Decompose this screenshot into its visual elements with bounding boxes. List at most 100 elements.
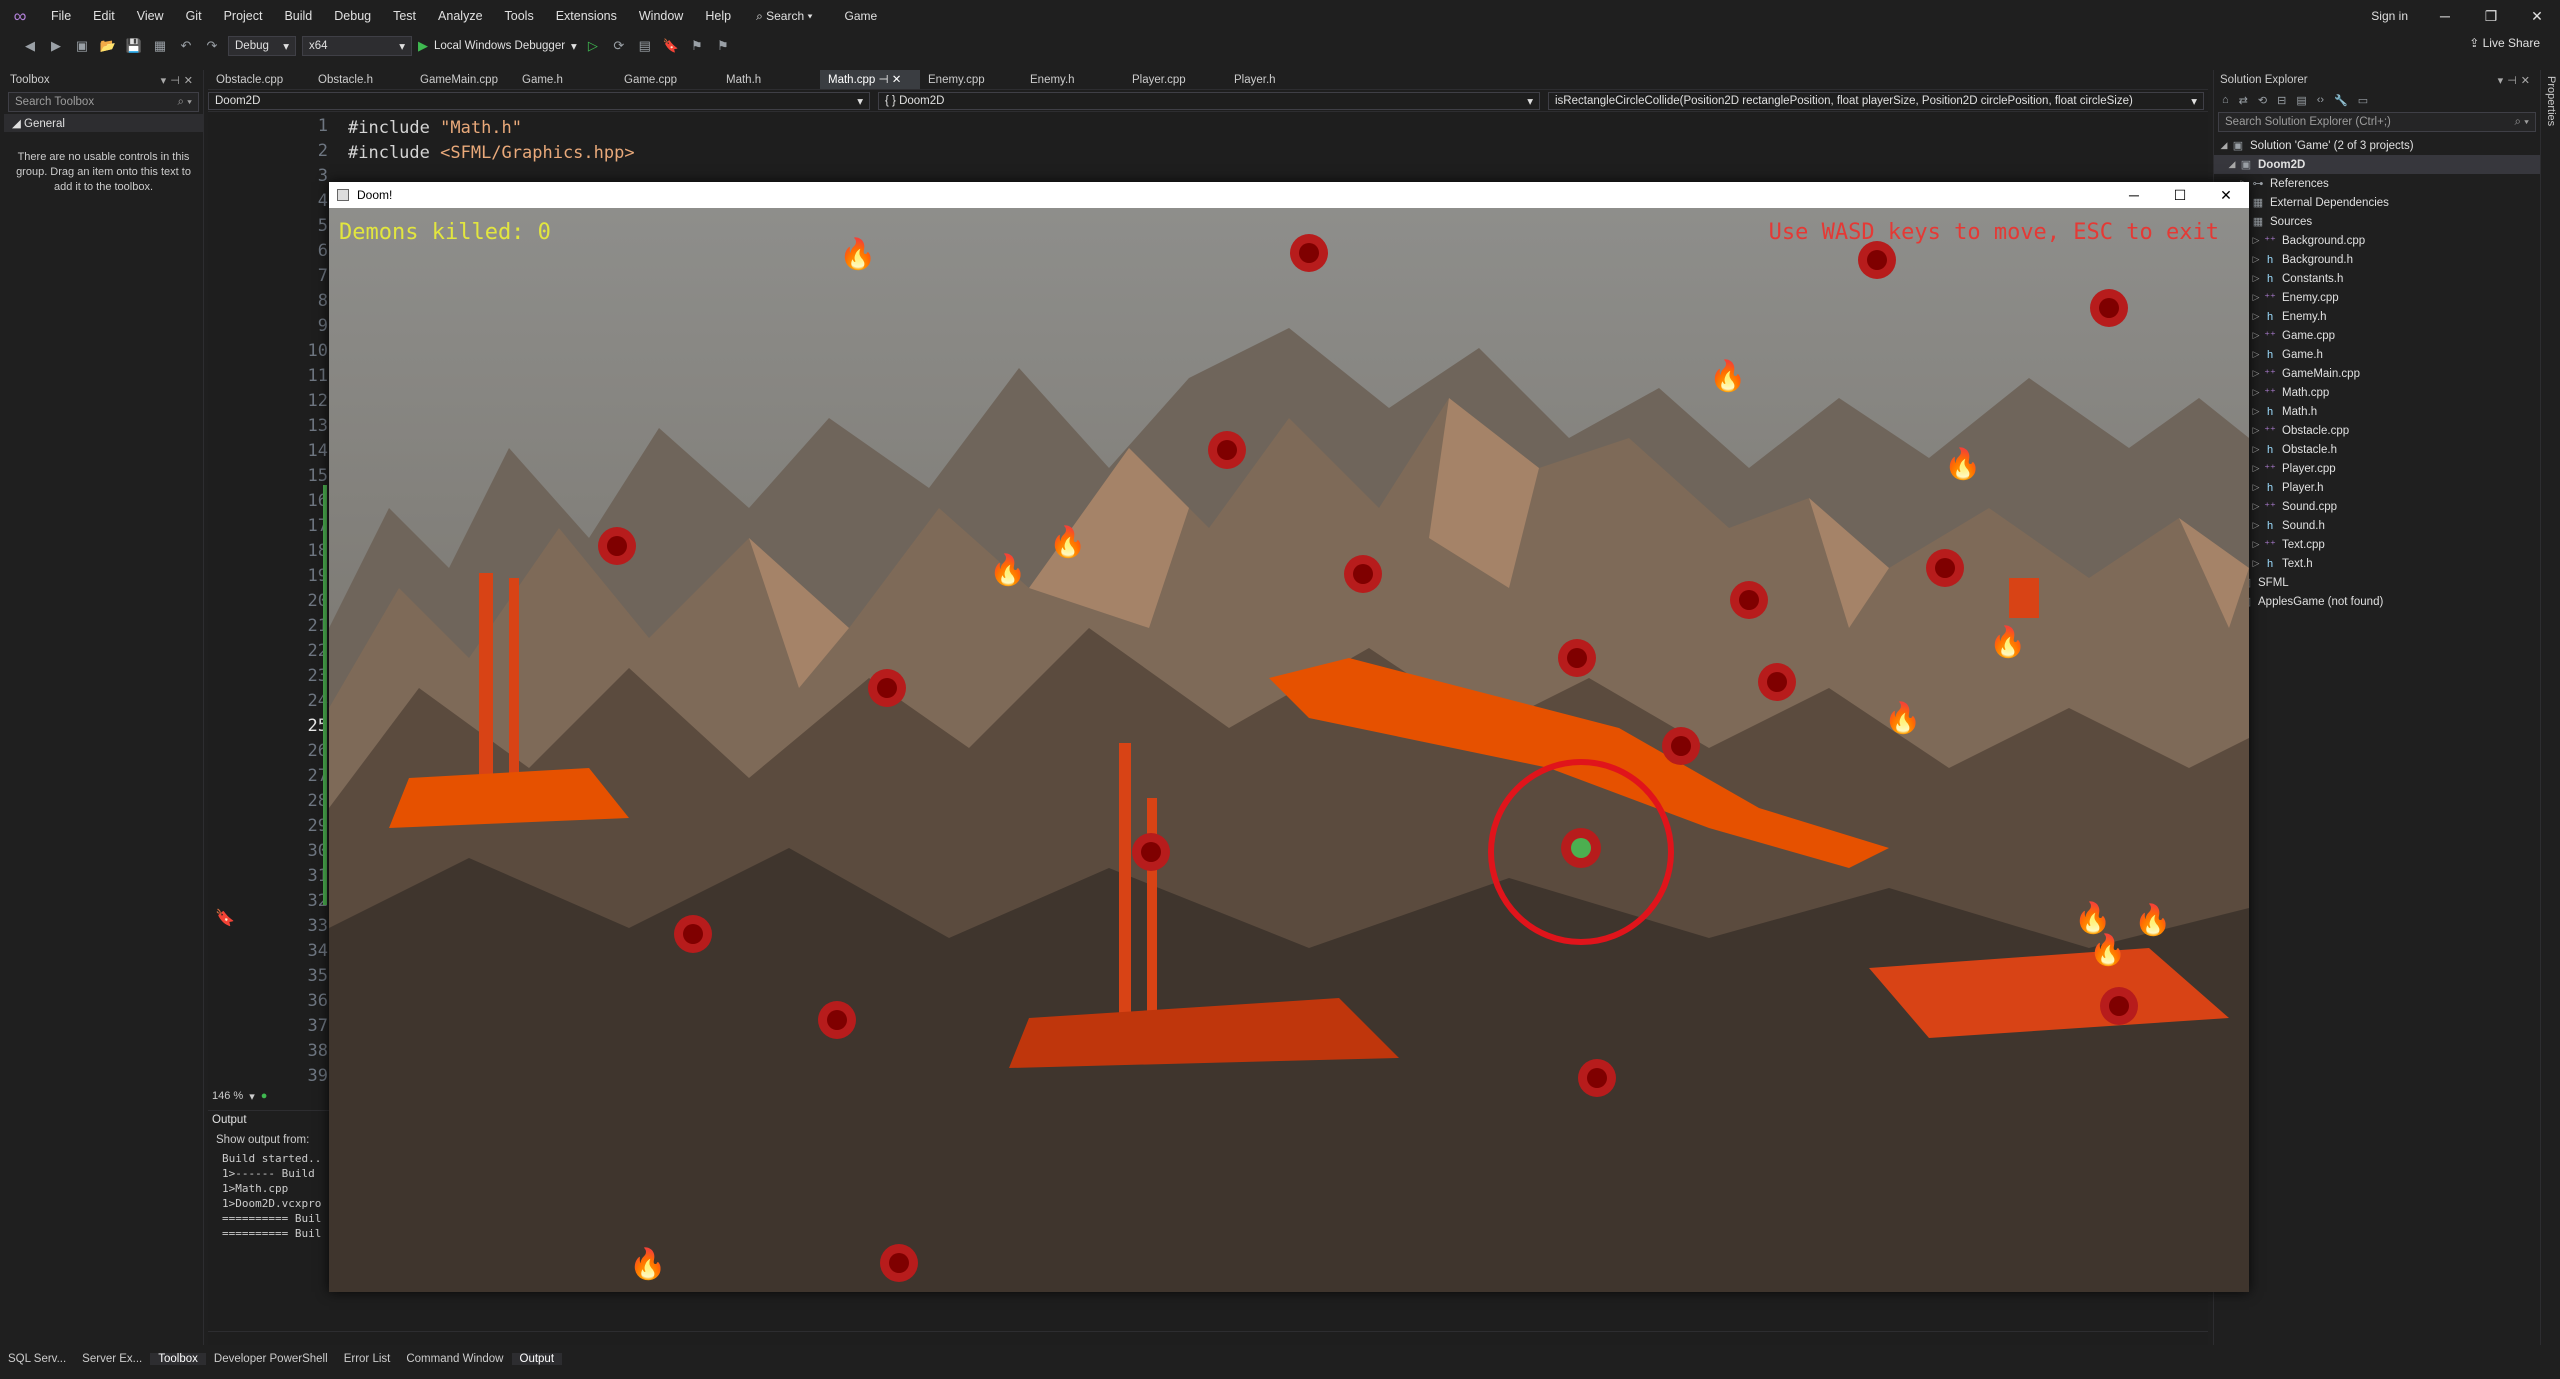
code-text[interactable]: #include "Math.h" #include <SFML/Graphic… — [348, 116, 635, 166]
tree-references[interactable]: ▷⊶References — [2214, 174, 2540, 193]
forward-icon[interactable]: ▶ — [46, 36, 66, 56]
tree-file[interactable]: ▷ h Constants.h — [2214, 269, 2540, 288]
tree-project-applesgame[interactable]: ▣ApplesGame (not found) — [2214, 592, 2540, 611]
preview-icon[interactable]: ▭ — [2358, 94, 2368, 107]
tree-file[interactable]: ▷ ⁺⁺ Sound.cpp — [2214, 497, 2540, 516]
tree-file[interactable]: ▷ h Sound.h — [2214, 516, 2540, 535]
start-debugging-button[interactable]: ▶ Local Windows Debugger ▾ — [418, 38, 577, 54]
tab-gamemain-cpp[interactable]: GameMain.cpp — [412, 70, 514, 89]
tree-file[interactable]: ▷ h Text.h — [2214, 554, 2540, 573]
solution-explorer-icon[interactable]: ▤ — [635, 36, 655, 56]
tree-file[interactable]: ▷ ⁺⁺ GameMain.cpp — [2214, 364, 2540, 383]
configuration-dropdown[interactable]: Debug ▾ — [228, 36, 296, 56]
tab-command-window[interactable]: Command Window — [398, 1353, 511, 1365]
scope-dropdown[interactable]: { } Doom2D ▾ — [878, 91, 1540, 110]
horizontal-scrollbar[interactable] — [208, 1331, 2208, 1345]
menu-file[interactable]: File — [40, 0, 82, 32]
game-window[interactable]: Doom! ─ ☐ ✕ 🔥 🔥 🔥 🔥 🔥 🔥 🔥 🔥 🔥 🔥 🔥 Demons… — [329, 182, 2249, 1292]
hot-reload-icon[interactable]: ⟳ — [609, 36, 629, 56]
live-share-button[interactable]: ⇪ Live Share — [2469, 36, 2540, 50]
bookmark-next-icon[interactable]: ⚑ — [713, 36, 733, 56]
function-dropdown[interactable]: isRectangleCircleCollide(Position2D rect… — [1548, 91, 2204, 110]
tree-file[interactable]: ▷ ⁺⁺ Background.cpp — [2214, 231, 2540, 250]
home-icon[interactable]: ⌂ — [2222, 94, 2229, 106]
platform-dropdown[interactable]: x64 ▾ — [302, 36, 412, 56]
save-icon[interactable]: 💾 — [124, 36, 144, 56]
dropdown-icon[interactable]: ▾ — [161, 75, 171, 87]
tree-sources[interactable]: ◢▦Sources — [2214, 212, 2540, 231]
close-icon[interactable]: ✕ — [184, 75, 197, 87]
tree-file[interactable]: ▷ h Player.h — [2214, 478, 2540, 497]
menu-debug[interactable]: Debug — [323, 0, 382, 32]
tree-file[interactable]: ▷ ⁺⁺ Enemy.cpp — [2214, 288, 2540, 307]
history-icon[interactable]: ⟲ — [2258, 94, 2267, 107]
tree-file[interactable]: ▷ h Game.h — [2214, 345, 2540, 364]
save-all-icon[interactable]: ▦ — [150, 36, 170, 56]
tab-enemy-cpp[interactable]: Enemy.cpp — [920, 70, 1022, 89]
tab-obstacle-cpp[interactable]: Obstacle.cpp — [208, 70, 310, 89]
close-icon[interactable]: ✕ — [892, 74, 902, 86]
open-file-icon[interactable]: 📂 — [98, 36, 118, 56]
tab-developer-powershell[interactable]: Developer PowerShell — [206, 1353, 336, 1365]
tab-math-h[interactable]: Math.h — [718, 70, 820, 89]
menu-help[interactable]: Help — [694, 0, 742, 32]
menu-test[interactable]: Test — [382, 0, 427, 32]
pin-icon[interactable]: ⊣ — [2507, 75, 2521, 87]
dropdown-icon[interactable]: ▾ — [2498, 75, 2508, 87]
tab-game-cpp[interactable]: Game.cpp — [616, 70, 718, 89]
maximize-icon[interactable]: ☐ — [2157, 182, 2203, 208]
pin-icon[interactable]: ⊣ — [170, 75, 184, 87]
menu-build[interactable]: Build — [273, 0, 323, 32]
tree-file[interactable]: ▷ ⁺⁺ Math.cpp — [2214, 383, 2540, 402]
tree-file[interactable]: ▷ ⁺⁺ Text.cpp — [2214, 535, 2540, 554]
minimize-icon[interactable]: ─ — [2111, 182, 2157, 208]
sign-in-link[interactable]: Sign in — [2357, 9, 2422, 23]
tab-enemy-h[interactable]: Enemy.h — [1022, 70, 1124, 89]
toolbox-group-general[interactable]: ◢ General — [4, 114, 203, 132]
tree-file[interactable]: ▷ h Math.h — [2214, 402, 2540, 421]
close-icon[interactable]: ✕ — [2514, 8, 2560, 25]
bookmark-prev-icon[interactable]: ⚑ — [687, 36, 707, 56]
close-icon[interactable]: ✕ — [2203, 182, 2249, 208]
properties-icon[interactable]: 🔧 — [2334, 94, 2348, 107]
toolbox-search-input[interactable]: Search Toolbox ⌕ ▾ — [8, 92, 199, 112]
tree-project-doom2d[interactable]: ◢ ▣ Doom2D — [2214, 155, 2540, 174]
tree-file[interactable]: ▷ h Enemy.h — [2214, 307, 2540, 326]
tab-player-h[interactable]: Player.h — [1226, 70, 1328, 89]
tab-obstacle-h[interactable]: Obstacle.h — [310, 70, 412, 89]
tab-error-list[interactable]: Error List — [336, 1353, 399, 1365]
project-dropdown[interactable]: Doom2D ▾ — [208, 91, 870, 110]
game-window-title-bar[interactable]: Doom! ─ ☐ ✕ — [329, 182, 2249, 208]
tree-project-sfml[interactable]: ▣SFML — [2214, 573, 2540, 592]
bookmark-icon[interactable]: 🔖 — [661, 36, 681, 56]
view-code-icon[interactable]: ‹› — [2317, 94, 2324, 106]
start-without-debugging-icon[interactable]: ▷ — [583, 36, 603, 56]
minimize-icon[interactable]: ─ — [2422, 8, 2468, 24]
sync-icon[interactable]: ⇄ — [2239, 94, 2248, 107]
undo-icon[interactable]: ↶ — [176, 36, 196, 56]
menu-tools[interactable]: Tools — [494, 0, 545, 32]
tree-external-dependencies[interactable]: ▷▦External Dependencies — [2214, 193, 2540, 212]
tab-game-h[interactable]: Game.h — [514, 70, 616, 89]
redo-icon[interactable]: ↷ — [202, 36, 222, 56]
menu-project[interactable]: Project — [213, 0, 274, 32]
collapse-all-icon[interactable]: ⊟ — [2277, 94, 2286, 107]
tab-output[interactable]: Output — [511, 1353, 563, 1365]
back-icon[interactable]: ◀ — [20, 36, 40, 56]
menu-analyze[interactable]: Analyze — [427, 0, 493, 32]
solution-search-input[interactable]: Search Solution Explorer (Ctrl+;) ⌕ ▾ — [2218, 112, 2536, 132]
close-icon[interactable]: ✕ — [2521, 75, 2534, 87]
properties-strip[interactable]: Properties — [2540, 70, 2560, 1345]
menu-view[interactable]: View — [126, 0, 175, 32]
tree-file[interactable]: ▷ ⁺⁺ Obstacle.cpp — [2214, 421, 2540, 440]
menu-extensions[interactable]: Extensions — [545, 0, 628, 32]
game-canvas[interactable]: 🔥 🔥 🔥 🔥 🔥 🔥 🔥 🔥 🔥 🔥 🔥 Demons killed: 0 U… — [329, 208, 2249, 1292]
tree-file[interactable]: ▷ ⁺⁺ Player.cpp — [2214, 459, 2540, 478]
tree-solution[interactable]: ◢ ▣ Solution 'Game' (2 of 3 projects) — [2214, 136, 2540, 155]
restore-icon[interactable]: ❐ — [2468, 8, 2514, 25]
menu-edit[interactable]: Edit — [82, 0, 126, 32]
tab-player-cpp[interactable]: Player.cpp — [1124, 70, 1226, 89]
tree-file[interactable]: ▷ h Obstacle.h — [2214, 440, 2540, 459]
tab-math-cpp[interactable]: Math.cpp ⊣ ✕ — [820, 70, 920, 89]
tree-file[interactable]: ▷ h Background.h — [2214, 250, 2540, 269]
